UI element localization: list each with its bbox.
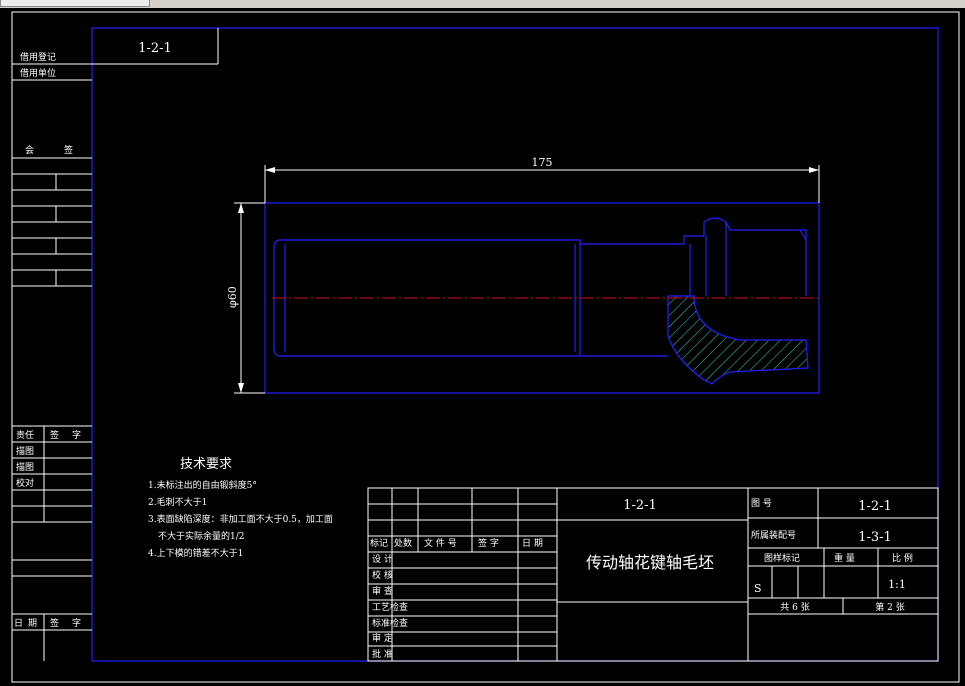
sign-label-1: 签	[50, 617, 59, 629]
sign-label-2: 字	[72, 617, 81, 629]
drawing-number-text: 1-2-1	[138, 41, 172, 56]
rev-header-count: 处数	[394, 537, 412, 549]
role-review: 审 查	[372, 585, 393, 597]
rev-header-mark: 标记	[370, 537, 388, 549]
cad-drawing-canvas[interactable]: 1-2-1 借用登记 借用单位 会 签 责任 签 字 描图 描图 校对 日 期 …	[0, 8, 965, 686]
technical-requirements: 技术要求 1.未标注出的自由锻斜度5° 2.毛刺不大于1 3.表面缺陷深度：非加…	[148, 457, 333, 559]
title-block	[367, 487, 939, 662]
assembly-label: 所属装配号	[751, 529, 796, 541]
role-process-check: 工艺检查	[372, 601, 408, 613]
reuse-unit-label: 借用单位	[20, 67, 56, 79]
tech-item-3: 3.表面缺陷深度：非加工面不大于0.5，加工面	[148, 513, 333, 525]
countersign-label-1: 会	[25, 144, 34, 156]
left-side-column	[12, 63, 92, 661]
sample-mark-value: S	[754, 582, 762, 595]
role-standard-check: 标准检查	[372, 617, 408, 629]
tech-item-3-cont: 不大于实际余量的1/2	[158, 530, 245, 542]
sheet-outer-border	[11, 11, 960, 683]
drawing-no-label: 图 号	[751, 498, 772, 509]
length-dimension: 175	[532, 156, 553, 169]
window-top-strip	[0, 0, 965, 8]
role-authorize: 批 准	[372, 648, 393, 660]
total-sheets: 共 6 张	[780, 602, 809, 613]
rev-header-date: 日 期	[522, 538, 543, 549]
date-label-2: 期	[28, 618, 37, 629]
tech-item-2: 2.毛刺不大于1	[148, 496, 207, 508]
trace-label: 描图	[16, 461, 34, 473]
part-name: 传动轴花键轴毛坯	[586, 553, 714, 572]
scale-label: 比 例	[892, 552, 913, 564]
date-label-1: 日	[14, 618, 23, 629]
countersign-label-2: 签	[64, 144, 73, 156]
hatched-section	[667, 295, 809, 385]
part-view: 175 φ60	[226, 156, 822, 394]
role-check: 校 核	[372, 569, 393, 581]
window-tab[interactable]	[0, 0, 150, 7]
assembly-value: 1-3-1	[858, 530, 892, 545]
rev-header-sign: 签 字	[478, 537, 499, 549]
responsibility-label: 责任	[16, 429, 34, 441]
describe-label: 描图	[16, 445, 34, 457]
scale-value: 1:1	[888, 578, 906, 591]
shaft-outline	[273, 217, 807, 357]
tech-item-4: 4.上下模的错差不大于1	[148, 547, 243, 559]
responsibility-sign-2: 字	[72, 429, 81, 441]
proofread-label: 校对	[16, 477, 34, 489]
diameter-dimension: φ60	[226, 286, 239, 308]
sheet-number: 第 2 张	[875, 601, 904, 613]
tech-heading: 技术要求	[180, 457, 232, 472]
role-design: 设 计	[372, 553, 393, 565]
sample-mark-label: 图样标记	[764, 552, 800, 564]
rev-header-doc: 文 件 号	[424, 537, 457, 549]
tech-item-1: 1.未标注出的自由锻斜度5°	[148, 479, 257, 491]
reuse-register-label: 借用登记	[20, 51, 56, 63]
title-drawing-code: 1-2-1	[623, 498, 657, 513]
responsibility-sign-1: 签	[50, 429, 59, 441]
role-approve-final: 审 定	[372, 632, 393, 644]
drawing-no-value: 1-2-1	[858, 499, 892, 514]
drawing-number-box: 1-2-1	[92, 28, 219, 65]
weight-label: 重 量	[834, 552, 855, 564]
